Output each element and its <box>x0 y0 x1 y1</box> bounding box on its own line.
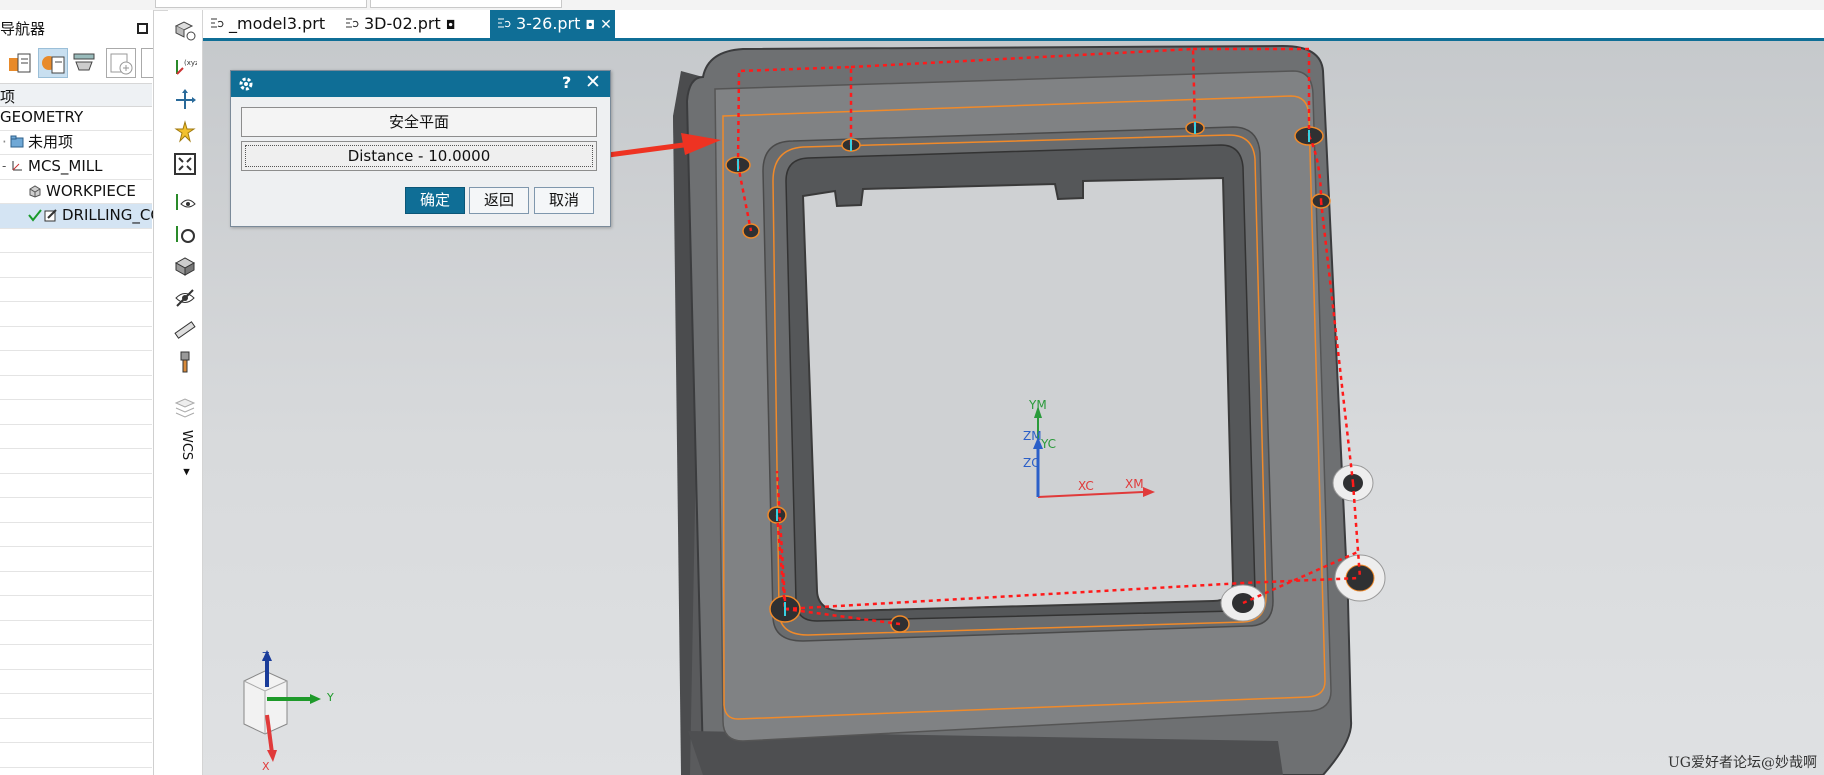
create-operation-icon[interactable] <box>141 48 153 78</box>
tab-3-26[interactable]: 3-26.prt ◘ ✕ <box>490 10 615 38</box>
tree-row-mcs-mill[interactable]: - MCS_MILL <box>0 155 152 180</box>
view-triad <box>243 650 321 762</box>
zc-axis-label: ZC <box>1023 456 1040 470</box>
xm-axis-label: XM <box>1125 477 1144 491</box>
wcs-dropdown[interactable]: WCS ▾ <box>176 430 194 479</box>
document-tabs: _model3.prt ◘ 3D-02.prt ◘ 3-26.prt ◘ ✕ <box>203 10 1824 60</box>
part-file-icon <box>498 18 511 28</box>
geometry-view-icon[interactable] <box>38 48 68 78</box>
checkmark-icon <box>28 209 42 222</box>
distance-button[interactable]: Distance - 10.0000 <box>241 141 597 171</box>
assembly-navigator-icon[interactable]: (xyz) <box>173 54 197 78</box>
tree-row-empty <box>0 400 152 425</box>
part-navigator-icon[interactable] <box>173 18 197 42</box>
navigator-title: 导航器 <box>0 20 46 38</box>
tree-row-empty <box>0 719 152 743</box>
tree-row-empty <box>0 302 152 327</box>
tree-row-empty <box>0 229 152 253</box>
svg-text:(xyz): (xyz) <box>184 59 197 67</box>
operation-navigator: 导航器 项 GEOMETRY · 未用项 - MCS_MILL WORKPIEC… <box>0 10 154 775</box>
watermark: UG爱好者论坛@妙哉啊 <box>1668 755 1817 771</box>
ok-button[interactable]: 确定 <box>405 187 465 214</box>
gear-icon[interactable] <box>238 76 254 92</box>
resource-bar: (xyz) WCS ▾ <box>168 10 203 775</box>
back-button[interactable]: 返回 <box>469 187 529 214</box>
navigator-title-bar: 导航器 <box>0 14 153 38</box>
triad-z-label: Z <box>262 650 270 663</box>
command-finder-field[interactable] <box>155 0 367 8</box>
tree-row-empty <box>0 596 152 621</box>
focus-outline <box>245 145 593 167</box>
fit-view-icon[interactable] <box>173 152 197 176</box>
mcs-icon <box>12 161 22 171</box>
tree-row-empty <box>0 449 152 474</box>
machine-tool-view-icon[interactable] <box>70 48 100 78</box>
triad-y-label: Y <box>327 691 334 704</box>
tree-row-unused[interactable]: · 未用项 <box>0 131 152 155</box>
tree-connector: · <box>2 132 7 151</box>
navigator-tree: GEOMETRY · 未用项 - MCS_MILL WORKPIECE DRIL… <box>0 106 153 768</box>
yc-axis-label: YC <box>1041 437 1057 451</box>
dialog-title-bar[interactable]: ? ✕ <box>231 71 610 97</box>
tree-row-empty <box>0 351 152 376</box>
tree-row-empty <box>0 523 152 547</box>
selection-filter-field[interactable] <box>370 0 562 8</box>
tab-model3[interactable]: _model3.prt ◘ <box>203 10 338 60</box>
safe-plane-button[interactable]: 安全平面 <box>241 107 597 137</box>
tree-row-empty <box>0 572 152 596</box>
hide-icon[interactable] <box>173 286 197 310</box>
tree-row-workpiece[interactable]: WORKPIECE <box>0 180 152 204</box>
tool-icon[interactable] <box>173 350 197 374</box>
tree-row-empty <box>0 498 152 523</box>
safe-plane-dialog: ? ✕ 安全平面 Distance - 10.0000 确定 返回 取消 <box>230 70 611 227</box>
move-icon[interactable] <box>173 88 197 112</box>
tab-3d-02[interactable]: 3D-02.prt ◘ <box>338 10 463 38</box>
rotate-view-icon[interactable] <box>173 222 197 246</box>
tree-row-empty <box>0 547 152 572</box>
workpiece-icon <box>29 184 41 198</box>
tree-row-empty <box>0 621 152 645</box>
tree-row-drilling[interactable]: DRILLING_CO <box>0 204 153 229</box>
ym-axis-label: YM <box>1029 398 1047 412</box>
layers-icon[interactable] <box>173 395 197 419</box>
close-tab-icon[interactable]: ✕ <box>600 17 612 33</box>
modified-icon: ◘ <box>585 18 596 32</box>
tree-row-empty <box>0 253 152 278</box>
folder-icon <box>10 135 24 147</box>
maximize-icon[interactable] <box>137 23 148 34</box>
tree-row-geometry[interactable]: GEOMETRY <box>0 106 152 131</box>
zm-axis-label: ZM <box>1023 429 1042 443</box>
tree-row-empty <box>0 743 152 768</box>
part-file-icon <box>346 18 359 28</box>
cancel-button[interactable]: 取消 <box>534 187 594 214</box>
modified-icon: ◘ <box>445 18 456 32</box>
tree-row-empty <box>0 376 152 400</box>
collapse-icon[interactable]: - <box>2 155 6 178</box>
navigator-toolbar <box>0 46 153 82</box>
close-icon[interactable]: ✕ <box>585 71 601 93</box>
shaded-icon[interactable] <box>173 254 197 278</box>
tree-row-empty <box>0 327 152 351</box>
tree-row-empty <box>0 474 152 498</box>
program-order-view-icon[interactable] <box>6 48 36 78</box>
tree-row-empty <box>0 694 152 719</box>
name-column-header[interactable]: 项 <box>0 83 152 107</box>
triad-x-label: X <box>262 760 270 773</box>
xc-axis-label: XC <box>1078 479 1094 493</box>
tree-row-empty <box>0 670 152 694</box>
view-icon[interactable] <box>173 190 197 214</box>
edit-operation-icon <box>44 209 57 222</box>
measure-icon[interactable] <box>173 318 197 342</box>
tree-row-empty <box>0 278 152 302</box>
create-group-icon[interactable] <box>106 48 136 78</box>
highlight-icon[interactable] <box>173 120 197 144</box>
part-file-icon <box>211 18 224 28</box>
tree-row-empty <box>0 645 152 670</box>
tree-row-empty <box>0 425 152 449</box>
help-icon[interactable]: ? <box>562 73 571 92</box>
